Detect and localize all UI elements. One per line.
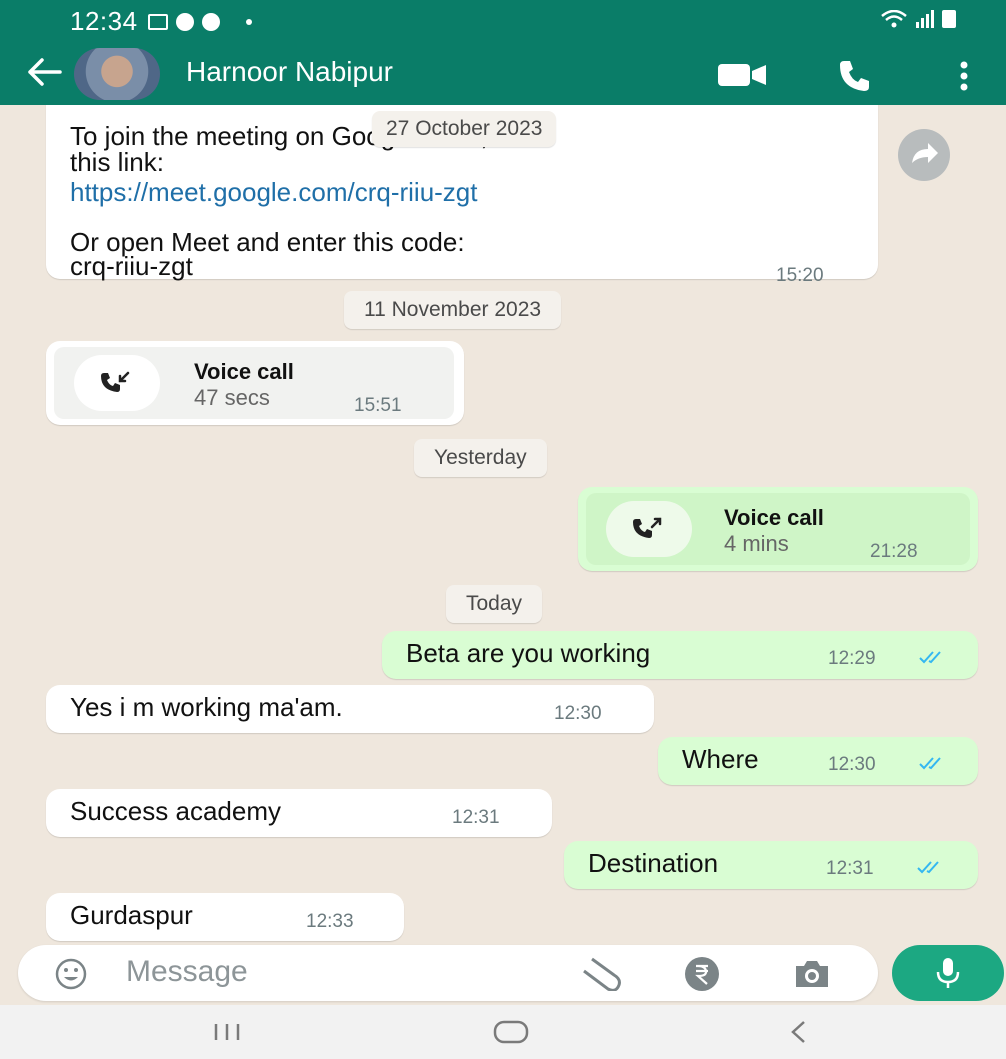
recent-apps-icon[interactable] <box>212 1021 242 1043</box>
date-separator: Today <box>446 585 543 623</box>
incoming-call-icon <box>101 371 130 392</box>
incoming-message[interactable]: Success academy 12:31 <box>46 789 552 837</box>
home-icon[interactable] <box>492 1019 530 1045</box>
date-separator: 27 October 2023 <box>372 111 557 147</box>
attachment-icon[interactable] <box>578 955 624 991</box>
message-text: Success academy <box>70 796 281 826</box>
message-placeholder: Message <box>126 955 248 988</box>
message-time: 12:33 <box>306 911 354 932</box>
system-navigation-bar <box>0 1005 1006 1059</box>
message-text: Gurdaspur <box>70 900 193 930</box>
voice-call-message[interactable]: Voice call 47 secs 15:51 <box>46 341 464 425</box>
message-time: 15:20 <box>776 265 824 286</box>
composer-bar: Message <box>0 945 1006 1005</box>
contact-name[interactable]: Harnoor Nabipur <box>186 56 393 88</box>
meet-link[interactable]: https://meet.google.com/crq-riiu-zgt <box>70 177 478 208</box>
incoming-message[interactable]: Gurdaspur 12:33 <box>46 893 404 941</box>
call-duration: 47 secs <box>194 385 270 410</box>
call-title: Voice call <box>724 505 824 530</box>
message-time: 12:29 <box>828 648 876 669</box>
app-notification-icon <box>201 12 220 31</box>
chat-area[interactable]: To join the meeting on Google Meet, clic… <box>0 105 1006 945</box>
voice-message-button[interactable] <box>892 945 1004 1001</box>
status-time: 12:34 <box>70 6 138 36</box>
voice-call-message[interactable]: Voice call 4 mins 21:28 <box>578 487 978 571</box>
call-title: Voice call <box>194 359 294 384</box>
status-bar: 12:34 <box>70 6 252 37</box>
outgoing-call-icon <box>633 517 662 538</box>
camera-icon[interactable] <box>792 957 832 991</box>
more-notifications-dot-icon <box>245 18 252 25</box>
read-receipt-icon <box>919 651 941 664</box>
forward-button[interactable] <box>898 129 950 181</box>
forward-icon <box>912 143 938 163</box>
date-separator: 11 November 2023 <box>344 291 562 329</box>
microphone-icon <box>936 958 960 988</box>
message-time: 15:51 <box>354 395 402 416</box>
outgoing-message[interactable]: Destination 12:31 <box>564 841 978 889</box>
read-receipt-icon <box>919 757 941 770</box>
read-receipt-icon <box>917 861 939 874</box>
payment-icon[interactable] <box>682 955 722 993</box>
message-text: Destination <box>588 848 719 878</box>
system-status-icons <box>880 10 956 28</box>
video-call-icon[interactable] <box>716 62 768 88</box>
top-bar: 12:34 Harnoor Nabipur <box>0 0 1006 105</box>
outgoing-message[interactable]: Where 12:30 <box>658 737 978 785</box>
snapchat-notification-icon <box>175 12 194 31</box>
message-text: Beta are you working <box>406 638 651 668</box>
message-line: this link: <box>70 147 164 177</box>
message-line: crq-riiu-zgt <box>70 251 193 281</box>
message-time: 12:30 <box>828 754 876 775</box>
back-arrow-icon[interactable] <box>24 54 64 90</box>
message-time: 12:31 <box>826 858 874 879</box>
wifi-icon <box>881 10 907 28</box>
message-text: Where <box>682 744 759 774</box>
message-time: 21:28 <box>870 541 918 562</box>
gallery-notification-icon <box>147 13 168 30</box>
incoming-message[interactable]: Yes i m working ma'am. 12:30 <box>46 685 654 733</box>
signal-icon <box>916 10 934 28</box>
outgoing-message[interactable]: Beta are you working 12:29 <box>382 631 978 679</box>
message-time: 12:30 <box>554 703 602 724</box>
date-separator: Yesterday <box>414 439 547 477</box>
avatar[interactable] <box>74 48 160 100</box>
back-nav-icon[interactable] <box>788 1019 808 1045</box>
chat-header: Harnoor Nabipur <box>0 40 1006 105</box>
more-options-icon[interactable] <box>958 60 970 92</box>
message-input[interactable]: Message <box>18 945 878 1001</box>
message-time: 12:31 <box>452 807 500 828</box>
call-duration: 4 mins <box>724 531 789 556</box>
emoji-icon[interactable] <box>54 957 88 991</box>
message-text: Yes i m working ma'am. <box>70 692 343 722</box>
battery-icon <box>942 10 956 28</box>
voice-call-icon[interactable] <box>836 58 872 94</box>
